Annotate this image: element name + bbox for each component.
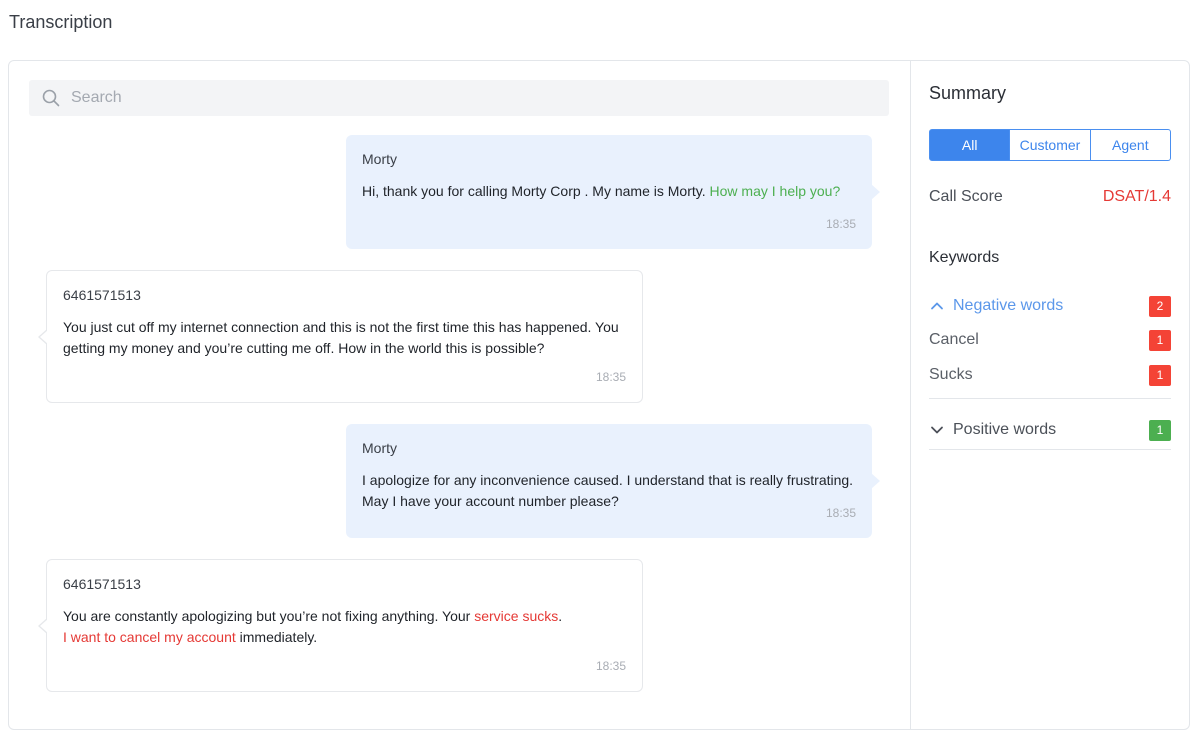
filter-customer-button[interactable]: Customer (1010, 129, 1091, 161)
customer-message: 6461571513 You just cut off my internet … (38, 270, 643, 403)
keyword-divider (929, 398, 1171, 399)
keyword-count-badge: 1 (1149, 364, 1171, 386)
positive-words-group[interactable]: Positive words 1 (929, 419, 1171, 441)
keyword-item[interactable]: Sucks 1 (929, 364, 1171, 386)
message-text: You just cut off my internet connection … (63, 319, 619, 356)
search-bar[interactable] (29, 80, 889, 116)
message-sender: 6461571513 (63, 576, 141, 592)
filter-agent-button[interactable]: Agent (1090, 129, 1171, 161)
conversation-pane: Morty Hi, thank you for calling Morty Co… (9, 61, 911, 729)
call-score-row: Call Score DSAT/1.4 (929, 185, 1171, 209)
agent-message: Morty Hi, thank you for calling Morty Co… (346, 135, 880, 249)
agent-message: Morty I apologize for any inconvenience … (346, 424, 880, 538)
message-text: You are constantly apologizing but you’r… (63, 608, 563, 645)
page-title: Transcription (9, 12, 113, 32)
panel-divider (910, 61, 911, 729)
call-score-value: DSAT/1.4 (1102, 188, 1171, 205)
search-icon (31, 80, 71, 116)
positive-words-label: Positive words (953, 421, 1057, 438)
message-sender: Morty (362, 151, 397, 167)
summary-title: Summary (929, 83, 1007, 103)
message-text: I apologize for any inconvenience caused… (362, 472, 854, 509)
message-sender: Morty (362, 440, 397, 456)
keyword-label: Sucks (929, 366, 973, 383)
negative-words-group[interactable]: Negative words 2 (929, 295, 1171, 317)
chevron-up-icon (929, 298, 945, 314)
customer-message: 6461571513 You are constantly apologizin… (38, 559, 643, 692)
positive-keyword-highlight: How may I help you? (709, 183, 841, 199)
message-sender: 6461571513 (63, 287, 141, 303)
filter-all-button[interactable]: All (929, 129, 1011, 161)
speaker-filter: All Customer Agent (929, 129, 1171, 161)
message-timestamp: 18:35 (825, 506, 856, 520)
search-input[interactable] (71, 80, 889, 116)
positive-count-badge: 1 (1149, 419, 1171, 441)
keyword-item[interactable]: Cancel 1 (929, 329, 1171, 351)
chevron-down-icon (929, 422, 945, 438)
message-text: Hi, thank you for calling Morty Corp . M… (362, 183, 841, 199)
negative-keyword-highlight: service sucks (474, 608, 559, 624)
negative-keyword-highlight: I want to cancel my account (63, 629, 236, 645)
message-timestamp: 18:35 (825, 217, 856, 231)
negative-words-label: Negative words (953, 297, 1064, 314)
keyword-count-badge: 1 (1149, 329, 1171, 351)
negative-count-badge: 2 (1149, 295, 1171, 317)
keywords-title: Keywords (929, 249, 1000, 266)
summary-pane: Summary All Customer Agent Call Score DS… (929, 61, 1171, 729)
transcription-panel: Morty Hi, thank you for calling Morty Co… (8, 60, 1190, 730)
message-timestamp: 18:35 (595, 659, 626, 673)
call-score-label: Call Score (929, 188, 1003, 205)
message-timestamp: 18:35 (595, 370, 626, 384)
keyword-divider (929, 449, 1171, 450)
keyword-label: Cancel (929, 331, 979, 348)
